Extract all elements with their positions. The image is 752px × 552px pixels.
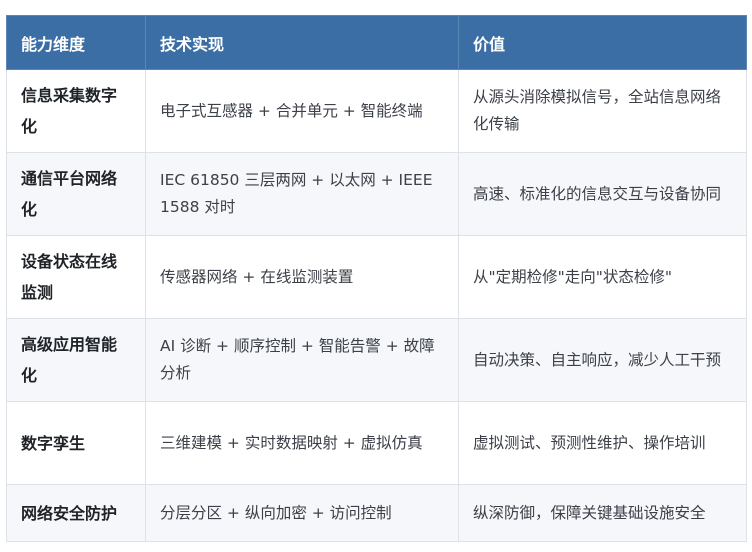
cell-dimension: 通信平台网络化	[6, 152, 146, 236]
table-row: 信息采集数字化 电子式互感器 + 合并单元 + 智能终端 从源头消除模拟信号，全…	[6, 69, 747, 153]
cell-value: 从源头消除模拟信号，全站信息网络化传输	[458, 69, 747, 153]
capability-table: 能力维度 技术实现 价值 信息采集数字化 电子式互感器 + 合并单元 + 智能终…	[6, 15, 747, 542]
table-row: 数字孪生 三维建模 + 实时数据映射 + 虚拟仿真 虚拟测试、预测性维护、操作培…	[6, 401, 747, 485]
table-row: 设备状态在线监测 传感器网络 + 在线监测装置 从"定期检修"走向"状态检修"	[6, 235, 747, 319]
cell-value: 高速、标准化的信息交互与设备协同	[458, 152, 747, 236]
cell-dimension: 信息采集数字化	[6, 69, 146, 153]
table-header: 能力维度 技术实现 价值	[6, 15, 747, 70]
table-row: 通信平台网络化 IEC 61850 三层两网 + 以太网 + IEEE 1588…	[6, 152, 747, 236]
cell-value: 从"定期检修"走向"状态检修"	[458, 235, 747, 319]
cell-dimension: 设备状态在线监测	[6, 235, 146, 319]
document-page: 能力维度 技术实现 价值 信息采集数字化 电子式互感器 + 合并单元 + 智能终…	[0, 0, 752, 552]
cell-tech: 传感器网络 + 在线监测装置	[145, 235, 459, 319]
header-value: 价值	[458, 15, 747, 70]
table-row: 高级应用智能化 AI 诊断 + 顺序控制 + 智能告警 + 故障分析 自动决策、…	[6, 318, 747, 402]
header-tech: 技术实现	[145, 15, 459, 70]
header-dimension: 能力维度	[6, 15, 146, 70]
cell-value: 纵深防御，保障关键基础设施安全	[458, 484, 747, 542]
cell-tech: 三维建模 + 实时数据映射 + 虚拟仿真	[145, 401, 459, 485]
cell-tech: 电子式互感器 + 合并单元 + 智能终端	[145, 69, 459, 153]
cell-tech: 分层分区 + 纵向加密 + 访问控制	[145, 484, 459, 542]
table-body: 信息采集数字化 电子式互感器 + 合并单元 + 智能终端 从源头消除模拟信号，全…	[6, 69, 747, 542]
cell-tech: IEC 61850 三层两网 + 以太网 + IEEE 1588 对时	[145, 152, 459, 236]
header-row: 能力维度 技术实现 价值	[6, 15, 747, 70]
cell-dimension: 数字孪生	[6, 401, 146, 485]
table-row: 网络安全防护 分层分区 + 纵向加密 + 访问控制 纵深防御，保障关键基础设施安…	[6, 484, 747, 542]
cell-tech: AI 诊断 + 顺序控制 + 智能告警 + 故障分析	[145, 318, 459, 402]
cell-dimension: 网络安全防护	[6, 484, 146, 542]
cell-value: 虚拟测试、预测性维护、操作培训	[458, 401, 747, 485]
cell-value: 自动决策、自主响应，减少人工干预	[458, 318, 747, 402]
cell-dimension: 高级应用智能化	[6, 318, 146, 402]
